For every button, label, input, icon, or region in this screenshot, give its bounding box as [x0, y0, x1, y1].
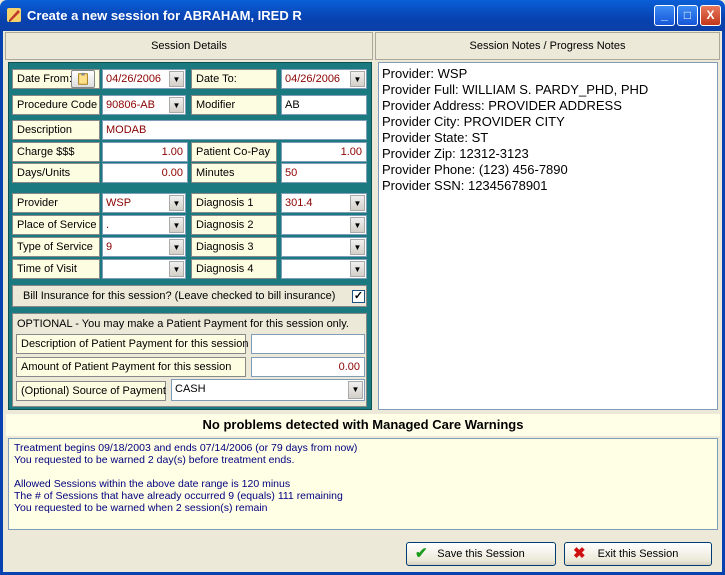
- minutes-field[interactable]: 50: [281, 163, 367, 183]
- warning-line: You requested to be warned 2 day(s) befo…: [14, 454, 295, 466]
- chevron-down-icon[interactable]: ▼: [350, 239, 365, 255]
- chevron-down-icon[interactable]: ▼: [169, 195, 184, 211]
- description-field[interactable]: MODAB: [102, 120, 367, 140]
- procedure-code-label: Procedure Code: [12, 95, 100, 115]
- date-from-field[interactable]: 04/26/2006 ▼: [102, 69, 186, 89]
- exit-session-button[interactable]: ✖ Exit this Session: [564, 542, 712, 566]
- payment-amount-field[interactable]: 0.00: [251, 357, 365, 377]
- payment-source-label: (Optional) Source of Payment: [16, 381, 166, 401]
- days-units-label: Days/Units: [12, 163, 100, 183]
- note-line: Provider City: PROVIDER CITY: [382, 114, 565, 129]
- title-bar: Create a new session for ABRAHAM, IRED R…: [0, 0, 725, 31]
- diagnosis3-label: Diagnosis 3: [191, 237, 277, 257]
- bill-insurance-checkbox[interactable]: ✓: [352, 290, 365, 303]
- chevron-down-icon[interactable]: ▼: [350, 195, 365, 211]
- time-of-visit-label: Time of Visit: [12, 259, 100, 279]
- days-units-field[interactable]: 0.00: [102, 163, 188, 183]
- session-notes-area[interactable]: Provider: WSP Provider Full: WILLIAM S. P…: [378, 62, 718, 410]
- session-details-panel: Date From: 04/26/2006 ▼ Date To: 04/26/20…: [8, 62, 372, 410]
- charge-label: Charge $$$: [12, 142, 100, 162]
- save-session-button[interactable]: ✔ Save this Session: [406, 542, 556, 566]
- clipboard-icon: [78, 72, 88, 85]
- chevron-down-icon[interactable]: ▼: [350, 71, 365, 87]
- type-of-service-label: Type of Service: [12, 237, 100, 257]
- calendar-button[interactable]: [71, 70, 95, 88]
- warning-line: You requested to be warned when 2 sessio…: [14, 502, 268, 514]
- note-line: Provider Zip: 12312-3123: [382, 146, 529, 161]
- diagnosis2-label: Diagnosis 2: [191, 215, 277, 235]
- warning-line: The # of Sessions that have already occu…: [14, 490, 343, 502]
- provider-label: Provider: [12, 193, 100, 213]
- description-label: Description: [12, 120, 100, 140]
- payment-amount-label: Amount of Patient Payment for this sessi…: [16, 357, 246, 377]
- chevron-down-icon[interactable]: ▼: [169, 261, 184, 277]
- checkmark-icon: ✔: [415, 545, 428, 562]
- chevron-down-icon[interactable]: ▼: [169, 71, 184, 87]
- warning-line: [14, 466, 712, 478]
- managed-care-warning-text: Treatment begins 09/18/2003 and ends 07/…: [8, 438, 718, 530]
- chevron-down-icon[interactable]: ▼: [348, 381, 363, 399]
- bill-insurance-label: Bill Insurance for this session? (Leave …: [23, 290, 336, 302]
- time-of-visit-select[interactable]: ▼: [102, 259, 186, 279]
- charge-field[interactable]: 1.00: [102, 142, 188, 162]
- date-to-label: Date To:: [191, 69, 277, 89]
- place-of-service-label: Place of Service: [12, 215, 100, 235]
- place-of-service-select[interactable]: . ▼: [102, 215, 186, 235]
- note-line: Provider: WSP: [382, 66, 468, 81]
- diagnosis3-select[interactable]: ▼: [281, 237, 367, 257]
- exit-session-label: Exit this Session: [597, 548, 679, 560]
- type-of-service-select[interactable]: 9 ▼: [102, 237, 186, 257]
- provider-select[interactable]: WSP ▼: [102, 193, 186, 213]
- note-line: Provider State: ST: [382, 130, 489, 145]
- modifier-field[interactable]: AB: [281, 95, 367, 115]
- maximize-button[interactable]: □: [677, 5, 698, 26]
- note-line: Provider Address: PROVIDER ADDRESS: [382, 98, 622, 113]
- close-button[interactable]: X: [700, 5, 721, 26]
- payment-description-field[interactable]: [251, 334, 365, 354]
- diagnosis1-select[interactable]: 301.4 ▼: [281, 193, 367, 213]
- bill-insurance-row: Bill Insurance for this session? (Leave …: [12, 285, 367, 307]
- diagnosis4-label: Diagnosis 4: [191, 259, 277, 279]
- note-line: Provider Full: WILLIAM S. PARDY_PHD, PHD: [382, 82, 649, 97]
- diagnosis1-label: Diagnosis 1: [191, 193, 277, 213]
- diagnosis2-select[interactable]: ▼: [281, 215, 367, 235]
- date-to-field[interactable]: 04/26/2006 ▼: [281, 69, 367, 89]
- minimize-button[interactable]: _: [654, 5, 675, 26]
- window-title: Create a new session for ABRAHAM, IRED R: [27, 8, 302, 23]
- chevron-down-icon[interactable]: ▼: [350, 217, 365, 233]
- copay-label: Patient Co-Pay: [191, 142, 277, 162]
- app-icon: [7, 8, 21, 22]
- chevron-down-icon[interactable]: ▼: [169, 217, 184, 233]
- x-icon: ✖: [573, 545, 586, 562]
- diagnosis4-select[interactable]: ▼: [281, 259, 367, 279]
- payment-description-label: Description of Patient Payment for this …: [16, 334, 248, 354]
- payment-source-select[interactable]: CASH ▼: [171, 379, 365, 401]
- managed-care-warning-heading: No problems detected with Managed Care W…: [6, 414, 720, 436]
- warning-line: Allowed Sessions within the above date r…: [14, 478, 291, 490]
- warning-line: Treatment begins 09/18/2003 and ends 07/…: [14, 442, 358, 454]
- optional-heading: OPTIONAL - You may make a Patient Paymen…: [17, 318, 349, 330]
- copay-field[interactable]: 1.00: [281, 142, 367, 162]
- note-line: Provider SSN: 12345678901: [382, 178, 548, 193]
- chevron-down-icon[interactable]: ▼: [350, 261, 365, 277]
- chevron-down-icon[interactable]: ▼: [169, 97, 184, 113]
- modifier-label: Modifier: [191, 95, 277, 115]
- tab-session-notes[interactable]: Session Notes / Progress Notes: [375, 32, 720, 60]
- tab-session-details[interactable]: Session Details: [5, 32, 373, 60]
- chevron-down-icon[interactable]: ▼: [169, 239, 184, 255]
- procedure-code-field[interactable]: 90806-AB ▼: [102, 95, 186, 115]
- save-session-label: Save this Session: [437, 548, 525, 560]
- optional-payment-box: OPTIONAL - You may make a Patient Paymen…: [12, 313, 367, 407]
- minutes-label: Minutes: [191, 163, 277, 183]
- note-line: Provider Phone: (123) 456-7890: [382, 162, 568, 177]
